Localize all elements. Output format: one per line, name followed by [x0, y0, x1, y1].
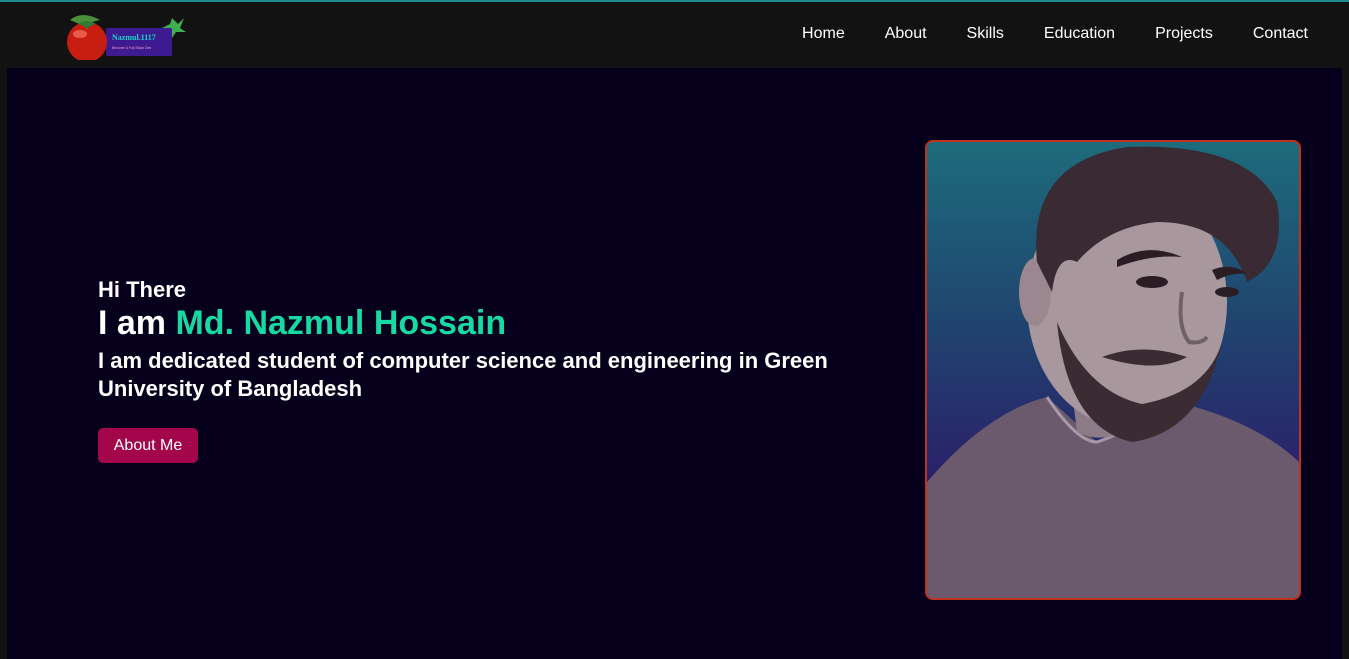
nav-link-contact[interactable]: Contact — [1253, 24, 1308, 44]
page: Nazmul.1117 Become A Full Stack Dev Home… — [0, 0, 1349, 659]
hero-greeting: Hi There — [98, 277, 187, 302]
nav-link-education[interactable]: Education — [1044, 24, 1115, 44]
nav-link-skills[interactable]: Skills — [967, 24, 1004, 44]
nav-link-about[interactable]: About — [885, 24, 927, 44]
hero-description: I am dedicated student of computer scien… — [98, 348, 828, 401]
hero-intro: I am Md. Nazmul Hossain — [98, 304, 506, 343]
navbar: Nazmul.1117 Become A Full Stack Dev Home… — [0, 2, 1349, 68]
intro-prefix: I am — [98, 304, 176, 342]
nav-link-home[interactable]: Home — [802, 24, 845, 44]
svg-text:Become A Full Stack Dev: Become A Full Stack Dev — [112, 46, 152, 50]
profile-photo — [925, 140, 1301, 600]
about-me-button[interactable]: About Me — [98, 428, 198, 463]
site-logo[interactable]: Nazmul.1117 Become A Full Stack Dev — [62, 12, 186, 62]
hero-section: Hi There I am Md. Nazmul Hossain I am de… — [7, 68, 1342, 659]
nav-link-projects[interactable]: Projects — [1155, 24, 1213, 44]
hero-name: Md. Nazmul Hossain — [175, 304, 507, 342]
nav-menu: Home About Skills Education Projects Con… — [762, 24, 1308, 44]
tomato-logo-icon: Nazmul.1117 Become A Full Stack Dev — [67, 15, 186, 62]
svg-text:Nazmul.1117: Nazmul.1117 — [112, 33, 156, 42]
portrait-illustration — [927, 146, 1299, 598]
